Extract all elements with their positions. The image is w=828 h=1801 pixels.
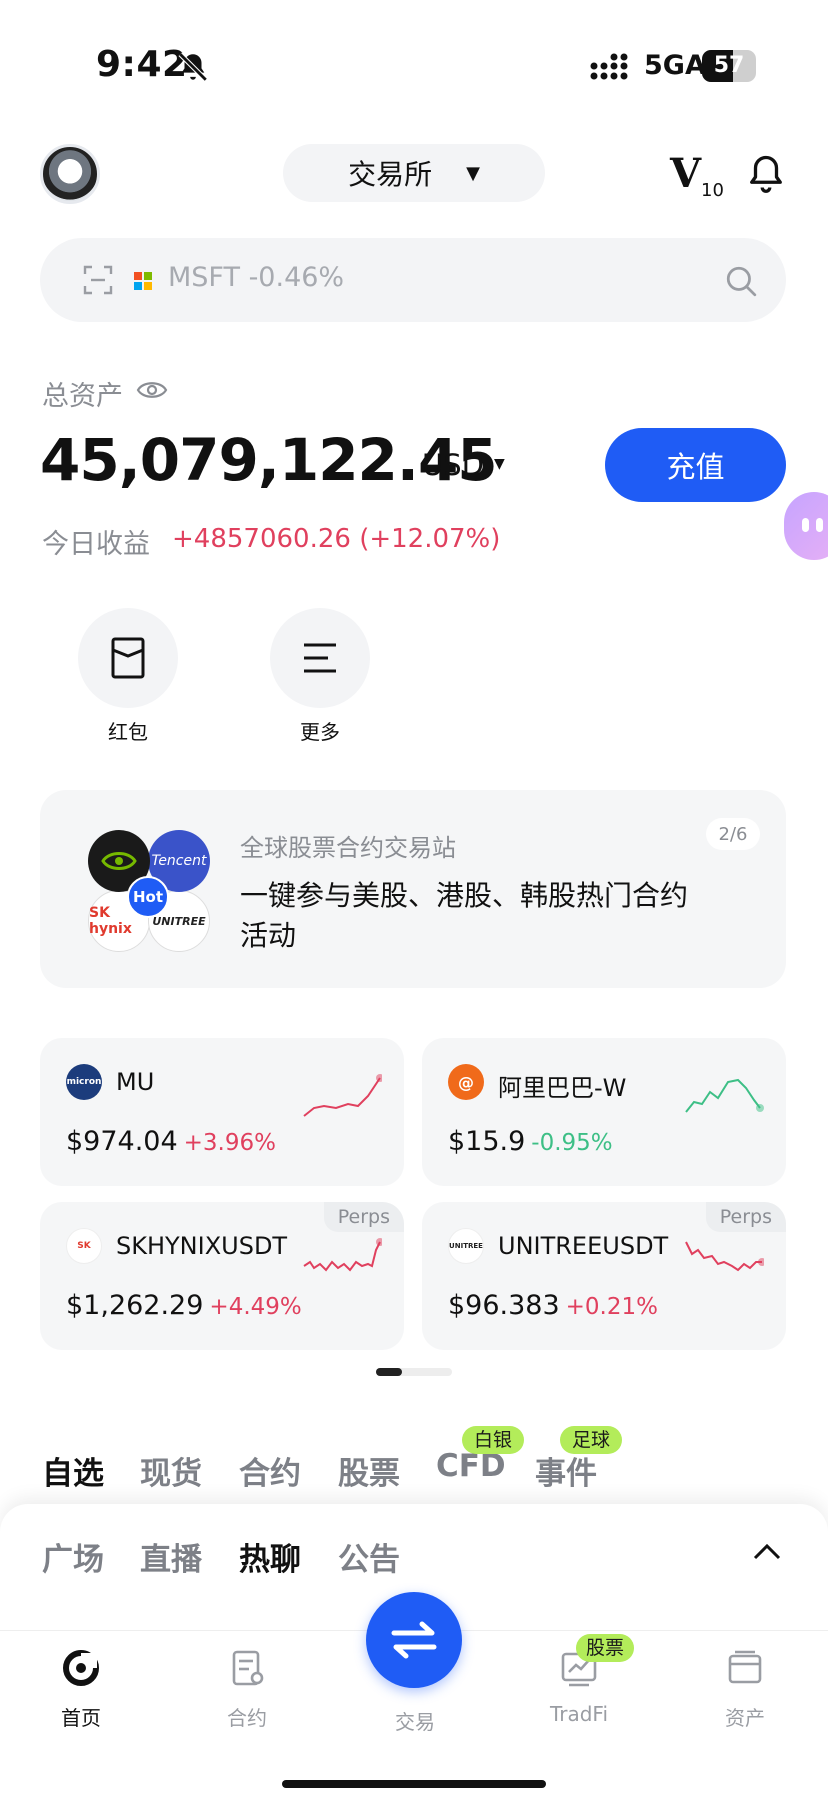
red-packet-button[interactable] [78,608,178,708]
card-price: $1,262.29 [66,1290,204,1321]
stocks-badge: 股票 [576,1634,635,1662]
alibaba-logo-icon: @ [448,1064,484,1100]
feed-tab-square[interactable]: 广场 [42,1534,104,1579]
eye-icon[interactable] [136,378,168,402]
today-pnl-value: +4857060.26 (+12.07%) [172,524,501,554]
tab-stocks[interactable]: 股票 [338,1448,400,1493]
card-price: $15.9 [448,1126,526,1157]
home-indicator [282,1780,546,1788]
card-change: +0.21% [565,1294,658,1320]
nav-home-label: 首页 [61,1706,101,1730]
menu-icon [304,643,336,673]
sparkline-chart [303,1074,382,1117]
micron-logo-icon: micron [66,1064,102,1100]
vip-letter: V [670,150,702,197]
more-button[interactable] [270,608,370,708]
swap-arrows-icon [391,1621,437,1659]
hot-badge: Hot [127,876,169,918]
scan-icon[interactable] [82,264,114,296]
card-price-row: $1,262.29 +4.49% [66,1290,302,1321]
perps-tag: Perps [323,1202,404,1232]
card-change: +3.96% [183,1130,276,1156]
card-price: $96.383 [448,1290,560,1321]
market-card-alibaba[interactable]: @ 阿里巴巴-W $15.9 -0.95% [422,1038,786,1186]
card-price-row: $15.9 -0.95% [448,1126,613,1157]
red-packet-icon [111,637,145,679]
card-symbol: UNITREEUSDT [498,1232,669,1260]
card-symbol: MU [116,1068,155,1096]
card-change: +4.49% [209,1294,302,1320]
unitree-logo-icon: UNITREE [448,1228,484,1264]
card-symbol: 阿里巴巴-W [498,1074,627,1102]
wallet-icon [728,1650,762,1684]
microsoft-logo-icon [134,272,152,290]
exchange-selector[interactable]: 交易所 ▼ [283,144,545,202]
banner-title: 一键参与美股、港股、韩股热门合约活动 [240,879,689,952]
card-change: -0.95% [531,1130,613,1156]
feed-tab-announcements[interactable]: 公告 [338,1534,400,1579]
caret-down-icon[interactable]: ▼ [494,456,505,472]
sparkline-chart [685,1241,764,1272]
nav-home[interactable]: 首页 [26,1648,136,1731]
chevron-up-icon[interactable] [752,1540,782,1562]
contract-icon [232,1650,264,1686]
bell-off-icon [178,52,208,82]
search-icon[interactable] [724,264,758,298]
market-card-skhynix[interactable]: Perps SK SKHYNIXUSDT $1,262.29 +4.49% [40,1202,404,1350]
more-label: 更多 [300,720,340,744]
feed-tab-live[interactable]: 直播 [140,1534,202,1579]
sparkline-chart [303,1238,382,1272]
tab-events[interactable]: 事件 [535,1448,597,1493]
caret-down-icon: ▼ [466,162,480,184]
nav-assets[interactable]: 资产 [690,1648,800,1731]
market-card-mu[interactable]: micron MU $974.04 +3.96% [40,1038,404,1186]
avatar[interactable] [40,144,100,204]
cards-pager [376,1368,452,1376]
tab-contract[interactable]: 合约 [239,1448,301,1493]
nav-assets-label: 资产 [725,1706,765,1730]
football-badge: 足球 [560,1426,623,1454]
search-placeholder: MSFT -0.46% [168,262,345,293]
card-price-row: $974.04 +3.96% [66,1126,276,1157]
sparkline-chart [685,1078,764,1113]
nav-contract-label: 合约 [227,1706,267,1730]
card-symbol: SKHYNIXUSDT [116,1232,288,1260]
status-time: 9:42 [96,44,188,85]
currency-selector[interactable]: USD [422,448,484,482]
market-card-unitree[interactable]: Perps UNITREE UNITREEUSDT $96.383 +0.21% [422,1202,786,1350]
banner-page-indicator: 2/6 [706,818,760,850]
silver-badge: 白银 [462,1426,525,1454]
total-assets-label: 总资产 [42,381,123,412]
perps-tag: Perps [705,1202,786,1232]
nav-contract[interactable]: 合约 [192,1648,302,1731]
feed-tab-hot-chat[interactable]: 热聊 [239,1534,301,1579]
tab-spot[interactable]: 现货 [140,1448,202,1493]
card-price-row: $96.383 +0.21% [448,1290,658,1321]
nav-tradfi-label: TradFi [549,1702,609,1726]
trade-button[interactable] [366,1592,462,1688]
network-type: 5GA [644,50,706,81]
battery-icon: 57 [702,50,756,82]
banner-subtitle: 全球股票合约交易站 [240,834,456,862]
assistant-bot-icon[interactable] [784,492,828,560]
signal-icon [590,53,628,80]
today-pnl-label: 今日收益 [42,529,150,560]
card-price: $974.04 [66,1126,178,1157]
deposit-button[interactable]: 充值 [605,428,786,502]
notification-bell-icon[interactable] [748,154,784,194]
nav-trade-label: 交易 [395,1710,435,1734]
exchange-selector-label: 交易所 [348,158,433,191]
vip-badge[interactable]: V10 [670,150,724,201]
tab-watchlist[interactable]: 自选 [42,1448,104,1493]
red-packet-label: 红包 [108,720,148,744]
home-icon [63,1650,99,1686]
sk-hynix-logo-icon: SK [66,1228,102,1264]
battery-level: 57 [713,53,745,78]
vip-number: 10 [701,180,724,201]
